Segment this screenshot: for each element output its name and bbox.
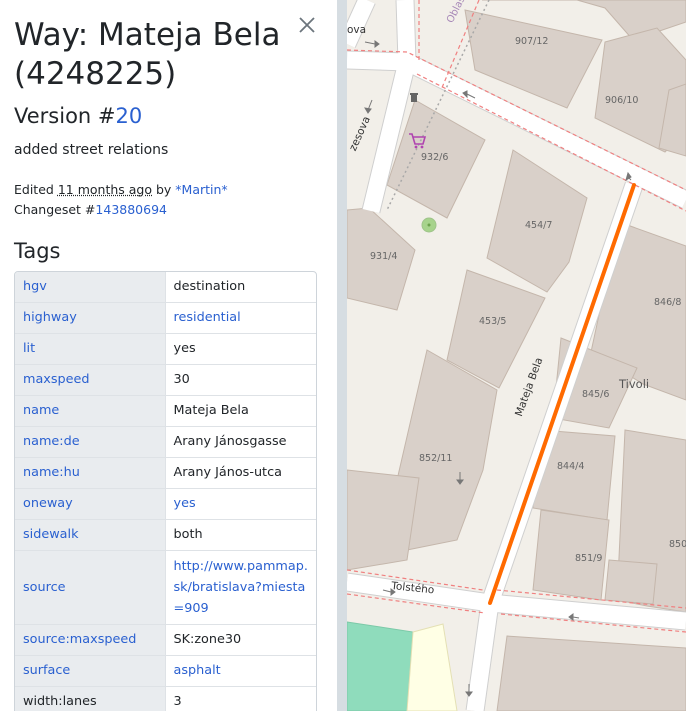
tag-row: maxspeed 30 xyxy=(15,365,316,396)
changeset-prefix: Changeset # xyxy=(14,202,96,217)
tag-key[interactable]: oneway xyxy=(15,489,166,520)
changeset-link[interactable]: 143880694 xyxy=(95,202,167,217)
label-house-932-6: 932/6 xyxy=(421,152,449,163)
tag-key[interactable]: source xyxy=(15,551,166,625)
edited-by-word: by xyxy=(152,182,176,197)
label-house-844-4: 844/4 xyxy=(557,461,585,472)
tag-key[interactable]: sidewalk xyxy=(15,520,166,551)
changeset-comment: added street relations xyxy=(14,142,169,158)
tag-key[interactable]: hgv xyxy=(15,272,166,303)
tag-value: 3 xyxy=(173,694,182,709)
tag-value: Mateja Bela xyxy=(165,396,316,427)
label-house-850: 850 xyxy=(669,539,686,550)
label-house-852-11: 852/11 xyxy=(419,453,453,464)
tag-value[interactable]: residential xyxy=(165,303,316,334)
tag-key[interactable]: highway xyxy=(15,303,166,334)
label-house-906-10: 906/10 xyxy=(605,95,639,106)
tag-key[interactable]: lit xyxy=(15,334,166,365)
tag-row: highway residential xyxy=(15,303,316,334)
edit-metadata: Edited 11 months ago by *Martin* Changes… xyxy=(14,180,228,220)
page-title: Way: Mateja Bela (4248225) xyxy=(14,17,281,92)
close-icon[interactable] xyxy=(296,14,318,36)
tag-row: oneway yes xyxy=(15,489,316,520)
tag-key[interactable]: name:de xyxy=(15,427,166,458)
tag-key: width:lanes xyxy=(15,687,166,711)
tree-trunk-icon xyxy=(427,223,431,227)
map-view[interactable]: ova Oblasť Slavín zesova Mateja Bela Tol… xyxy=(347,0,686,711)
label-tivoli: Tivoli xyxy=(619,377,650,391)
tags-table: hgv destination highway residential lit yes ma… xyxy=(14,271,317,711)
tag-value: both xyxy=(165,520,316,551)
park-area xyxy=(347,621,414,711)
tag-key[interactable]: name xyxy=(15,396,166,427)
sidebar: Way: Mateja Bela (4248225) Version #20 a… xyxy=(0,0,337,711)
edited-prefix: Edited xyxy=(14,182,58,197)
tag-row: source http://www.pammap.sk/bratislava?mi… xyxy=(15,551,316,625)
tag-value[interactable]: yes xyxy=(165,489,316,520)
tag-row: lit yes xyxy=(15,334,316,365)
label-house-931-4: 931/4 xyxy=(370,251,398,262)
tags-heading: Tags xyxy=(14,239,61,263)
tag-value[interactable]: http://www.pammap.sk/bratislava?miesta=9… xyxy=(165,551,316,625)
label-house-454-7: 454/7 xyxy=(525,220,553,231)
building xyxy=(604,559,658,605)
waste-basket-icon xyxy=(410,93,418,102)
tag-value: Arany János-utca xyxy=(165,458,316,489)
edited-line: Edited 11 months ago by *Martin* xyxy=(14,180,228,200)
tag-row: name Mateja Bela xyxy=(15,396,316,427)
label-house-846-8: 846/8 xyxy=(654,297,682,308)
tag-row: hgv destination xyxy=(15,272,316,303)
tag-key[interactable]: name:hu xyxy=(15,458,166,489)
label-house-453-5: 453/5 xyxy=(479,316,507,327)
editor-link[interactable]: *Martin* xyxy=(175,182,227,197)
tag-row: width:lanes 3 xyxy=(15,687,316,711)
tag-value[interactable]: asphalt xyxy=(165,656,316,687)
version-prefix: Version # xyxy=(14,104,116,128)
version-heading: Version #20 xyxy=(14,102,142,130)
tag-value: Arany Jánosgasse xyxy=(165,427,316,458)
tag-value: destination xyxy=(165,272,316,303)
tag-value: SK:zone30 xyxy=(165,625,316,656)
tag-value: 30 xyxy=(165,365,316,396)
tag-value: yes xyxy=(165,334,316,365)
label-house-845-6: 845/6 xyxy=(582,389,610,400)
label-street-ova: ova xyxy=(347,24,367,36)
tag-key[interactable]: source:maxspeed xyxy=(15,625,166,656)
tag-row: name:hu Arany János-utca xyxy=(15,458,316,489)
tag-row: sidewalk both xyxy=(15,520,316,551)
map-canvas[interactable] xyxy=(347,0,686,711)
version-link[interactable]: 20 xyxy=(116,104,143,128)
building xyxy=(496,635,686,711)
label-house-907-12: 907/12 xyxy=(515,36,549,47)
label-house-851-9: 851/9 xyxy=(575,553,603,564)
building xyxy=(347,469,420,571)
changeset-line: Changeset #143880694 xyxy=(14,200,228,220)
tag-row: source:maxspeed SK:zone30 xyxy=(15,625,316,656)
sidebar-resize-handle[interactable] xyxy=(337,0,347,711)
tag-row: name:de Arany Jánosgasse xyxy=(15,427,316,458)
tag-key[interactable]: surface xyxy=(15,656,166,687)
tag-row: surface asphalt xyxy=(15,656,316,687)
tag-key[interactable]: maxspeed xyxy=(15,365,166,396)
edited-time[interactable]: 11 months ago xyxy=(58,182,152,197)
